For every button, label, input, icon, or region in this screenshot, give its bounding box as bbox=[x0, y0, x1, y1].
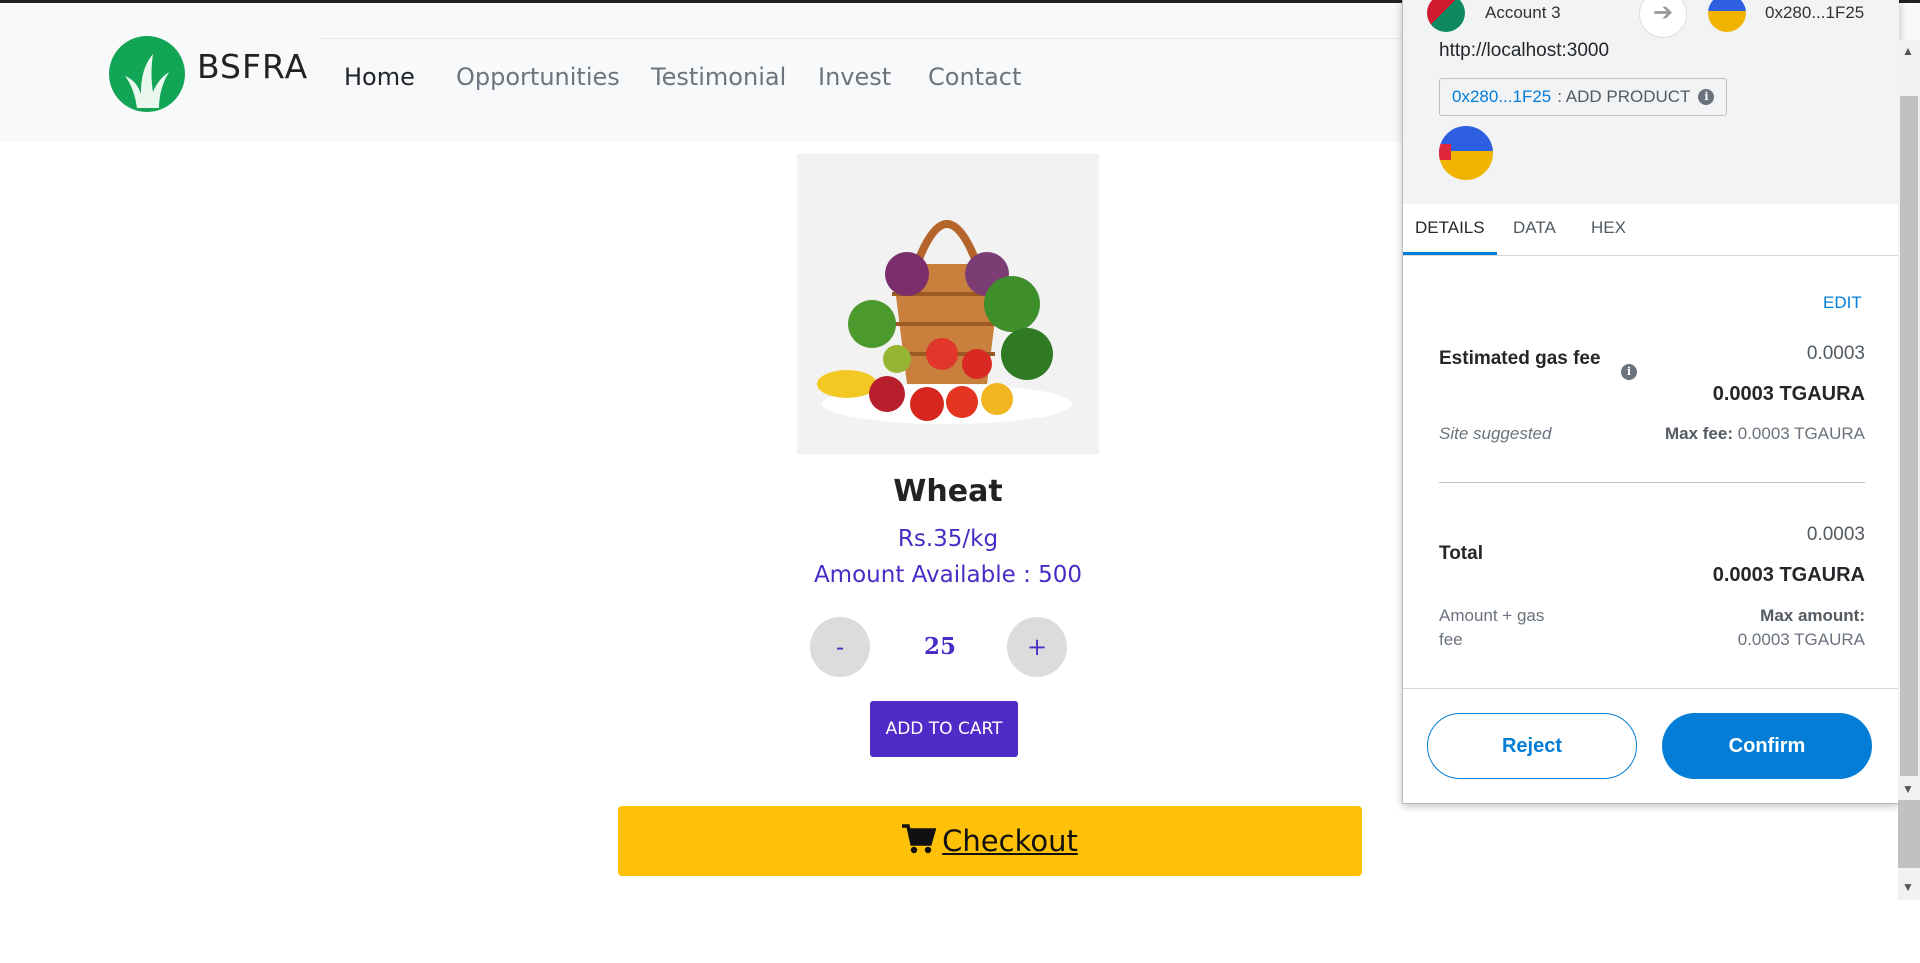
decrease-quantity-button[interactable]: - bbox=[810, 617, 870, 677]
brand-name[interactable]: BSFRA bbox=[197, 47, 308, 86]
max-amount-value: 0.0003 TGAURA bbox=[1737, 630, 1865, 649]
navbar-divider bbox=[320, 38, 1420, 39]
nav-opportunities[interactable]: Opportunities bbox=[456, 63, 620, 91]
checkout-button[interactable]: Checkout bbox=[618, 806, 1362, 876]
site-suggested-label: Site suggested bbox=[1439, 424, 1552, 443]
tab-data[interactable]: DATA bbox=[1513, 218, 1556, 238]
gas-fee-label: Estimated gas fee bbox=[1439, 348, 1601, 369]
reject-button[interactable]: Reject bbox=[1427, 713, 1637, 779]
logo-icon[interactable] bbox=[109, 36, 185, 112]
increase-quantity-button[interactable]: + bbox=[1007, 617, 1067, 677]
gas-fee-total: 0.0003 TGAURA bbox=[1712, 383, 1865, 405]
nav-home[interactable]: Home bbox=[344, 63, 415, 91]
footer-divider bbox=[1403, 688, 1899, 689]
max-amount: Max amount: 0.0003 TGAURA bbox=[1738, 604, 1865, 652]
metamask-popup: Account 3 ➔ 0x280...1F25 http://localhos… bbox=[1402, 0, 1899, 804]
recipient-avatar bbox=[1708, 0, 1746, 32]
max-fee-label: Max fee: bbox=[1664, 424, 1733, 443]
popup-scrollbar-thumb[interactable] bbox=[1900, 96, 1918, 776]
total-amount: 0.0003 TGAURA bbox=[1712, 564, 1865, 586]
product-name: Wheat bbox=[893, 474, 1003, 509]
product-amount-available: Amount Available : 500 bbox=[813, 562, 1083, 588]
add-to-cart-button[interactable]: ADD TO CART bbox=[870, 701, 1018, 757]
total-value: 0.0003 bbox=[1806, 524, 1865, 545]
quantity-value: 25 bbox=[923, 633, 956, 660]
scroll-up-icon[interactable]: ▲ bbox=[1902, 44, 1914, 58]
product-price: Rs.35/kg bbox=[897, 526, 999, 552]
tab-bar: DETAILS DATA HEX bbox=[1403, 204, 1899, 256]
account-name: Account 3 bbox=[1485, 3, 1561, 22]
max-fee-value: 0.0003 TGAURA bbox=[1737, 424, 1865, 443]
contract-address-link[interactable]: 0x280...1F25 bbox=[1452, 87, 1551, 107]
nav-invest[interactable]: Invest bbox=[818, 63, 891, 91]
divider bbox=[1439, 482, 1865, 483]
metamask-header: Account 3 ➔ 0x280...1F25 http://localhos… bbox=[1403, 0, 1899, 204]
edit-gas-link[interactable]: EDIT bbox=[1823, 293, 1862, 313]
max-fee: Max fee: 0.0003 TGAURA bbox=[1665, 424, 1865, 444]
active-tab-indicator bbox=[1403, 252, 1497, 255]
info-icon[interactable]: i bbox=[1698, 89, 1715, 105]
confirm-button[interactable]: Confirm bbox=[1662, 713, 1872, 779]
tab-details[interactable]: DETAILS bbox=[1415, 218, 1485, 238]
nav-contact[interactable]: Contact bbox=[928, 63, 1021, 91]
tab-hex[interactable]: HEX bbox=[1591, 218, 1626, 238]
method-name: : ADD PRODUCT bbox=[1557, 87, 1691, 106]
page-scrollbar-thumb[interactable] bbox=[1898, 800, 1920, 868]
amount-plus-gas-label: Amount + gas fee bbox=[1439, 606, 1545, 649]
contract-avatar bbox=[1439, 126, 1493, 180]
gas-fee-value: 0.0003 bbox=[1806, 343, 1865, 364]
max-amount-label: Max amount: bbox=[1760, 606, 1865, 625]
scroll-down-icon[interactable]: ▼ bbox=[1902, 782, 1914, 796]
page-scroll-down-icon[interactable]: ▼ bbox=[1902, 880, 1914, 894]
product-image bbox=[797, 154, 1099, 454]
gas-info-icon[interactable]: i bbox=[1621, 364, 1637, 380]
arrow-right-icon: ➔ bbox=[1639, 0, 1687, 38]
recipient-address: 0x280...1F25 bbox=[1765, 3, 1865, 22]
nav-testimonial[interactable]: Testimonial bbox=[651, 63, 786, 91]
checkout-label: Checkout bbox=[942, 824, 1078, 858]
account-avatar bbox=[1427, 0, 1465, 32]
origin-url: http://localhost:3000 bbox=[1439, 40, 1610, 61]
contract-method-pill: 0x280...1F25 : ADD PRODUCT i bbox=[1439, 78, 1728, 116]
total-label: Total bbox=[1439, 543, 1483, 564]
cart-icon bbox=[902, 823, 937, 859]
